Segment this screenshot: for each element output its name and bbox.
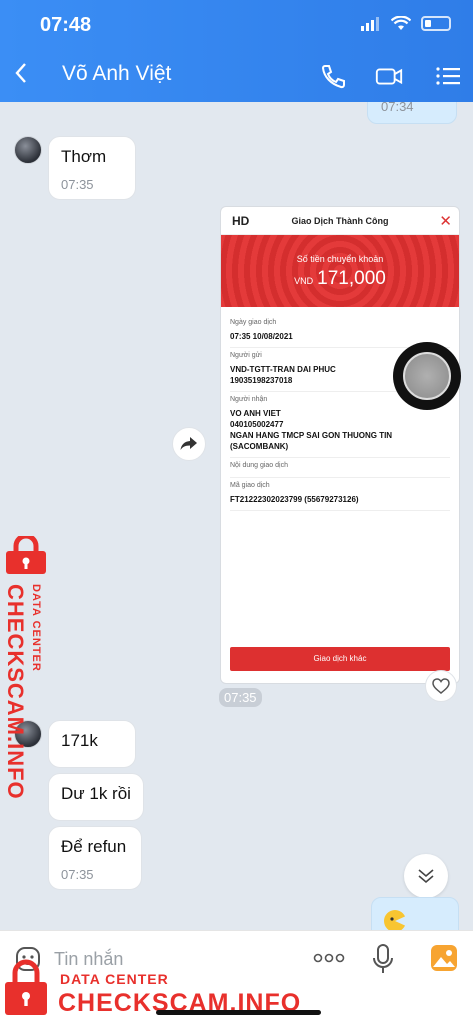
sent-sticker-message[interactable]: [371, 897, 459, 930]
message-input[interactable]: Tin nhắn: [54, 949, 123, 970]
signal-icon: [361, 16, 379, 31]
message-text: Thơm: [61, 147, 107, 166]
forward-button[interactable]: [172, 427, 206, 461]
detail-label: Ngày giao dịch: [230, 319, 277, 326]
contact-avatar[interactable]: [14, 136, 42, 164]
message-text: 171k: [61, 731, 98, 750]
chat-header: 07:48 Võ Anh Việt: [0, 0, 473, 102]
padlock-icon: [6, 536, 46, 574]
received-message[interactable]: 171k: [48, 720, 136, 768]
image-gallery-icon[interactable]: [430, 944, 458, 972]
assistive-touch-button[interactable]: [393, 342, 461, 410]
detail-value: FT21222302023799 (55679273126): [230, 495, 359, 504]
menu-button[interactable]: [434, 62, 464, 90]
image-time: 07:35: [219, 688, 262, 707]
amount-banner: Số tiền chuyển khoản VND 171,000: [221, 235, 459, 307]
message-text: Để refun: [61, 837, 127, 856]
chevron-left-icon: [15, 63, 26, 83]
conversation-title[interactable]: Võ Anh Việt: [62, 62, 171, 86]
chevrons-down-icon: [418, 869, 434, 884]
heart-icon: [432, 678, 450, 694]
watermark-text-small: DATA CENTER: [30, 584, 42, 672]
emoji-sticker-icon: [384, 910, 406, 930]
detail-label: Nội dung giao dịch: [230, 462, 288, 469]
back-button[interactable]: [14, 60, 36, 90]
detail-label: Mã giao dịch: [230, 482, 270, 489]
received-message[interactable]: Để refun 07:35: [48, 826, 142, 890]
detail-row: Mã giao dịch FT21222302023799 (556792731…: [230, 478, 450, 511]
more-options-icon[interactable]: [313, 953, 345, 963]
wifi-icon: [391, 16, 411, 30]
sent-message[interactable]: 07:34: [367, 102, 457, 124]
padlock-icon: [5, 959, 47, 1015]
received-message[interactable]: Thơm 07:35: [48, 136, 136, 200]
transfer-receipt-image[interactable]: HD Giao Dịch Thành Công ✕ Số tiền chuyển…: [220, 206, 460, 684]
watermark-text-large: CHECKSCAM.INFO: [3, 584, 28, 800]
close-icon: ✕: [439, 213, 452, 230]
amount-number: 171,000: [317, 268, 386, 289]
video-call-button[interactable]: [374, 62, 404, 90]
status-icons: [361, 16, 451, 31]
detail-value: VO ANH VIET 040105002477 NGAN HANG TMCP …: [230, 409, 393, 451]
watermark-vertical: CHECKSCAM.INFO DATA CENTER: [2, 536, 54, 800]
message-time: 07:35: [61, 177, 94, 192]
chat-thread[interactable]: 07:34 Thơm 07:35 HD Giao Dịch Thành Công…: [0, 102, 473, 930]
received-message[interactable]: Dư 1k rồi: [48, 773, 144, 821]
currency: VND: [294, 276, 314, 286]
detail-row: Nội dung giao dịch: [230, 458, 450, 478]
home-indicator: [156, 1010, 321, 1015]
scroll-to-bottom-button[interactable]: [404, 854, 448, 898]
amount-value: VND 171,000: [221, 268, 459, 290]
watermark-text-small: DATA CENTER: [60, 971, 169, 987]
message-text: Dư 1k rồi: [61, 784, 131, 803]
receipt-title: Giao Dịch Thành Công: [291, 216, 389, 226]
react-button[interactable]: [425, 670, 457, 702]
message-time: 07:35: [61, 867, 94, 882]
detail-value: 07:35 10/08/2021: [230, 332, 293, 341]
share-arrow-icon: [180, 437, 197, 450]
message-time: 07:34: [381, 102, 414, 114]
receipt-header: HD Giao Dịch Thành Công ✕: [221, 207, 459, 235]
amount-label: Số tiền chuyển khoản: [296, 254, 384, 264]
battery-icon: [421, 16, 451, 31]
phone-call-button[interactable]: [318, 62, 348, 90]
microphone-icon[interactable]: [372, 943, 394, 975]
status-time: 07:48: [40, 14, 92, 36]
other-transaction-button: Giao dịch khác: [230, 647, 450, 671]
message-composer: Tin nhắn DATA CENTER CHECKSCAM.INFO: [0, 930, 473, 1024]
